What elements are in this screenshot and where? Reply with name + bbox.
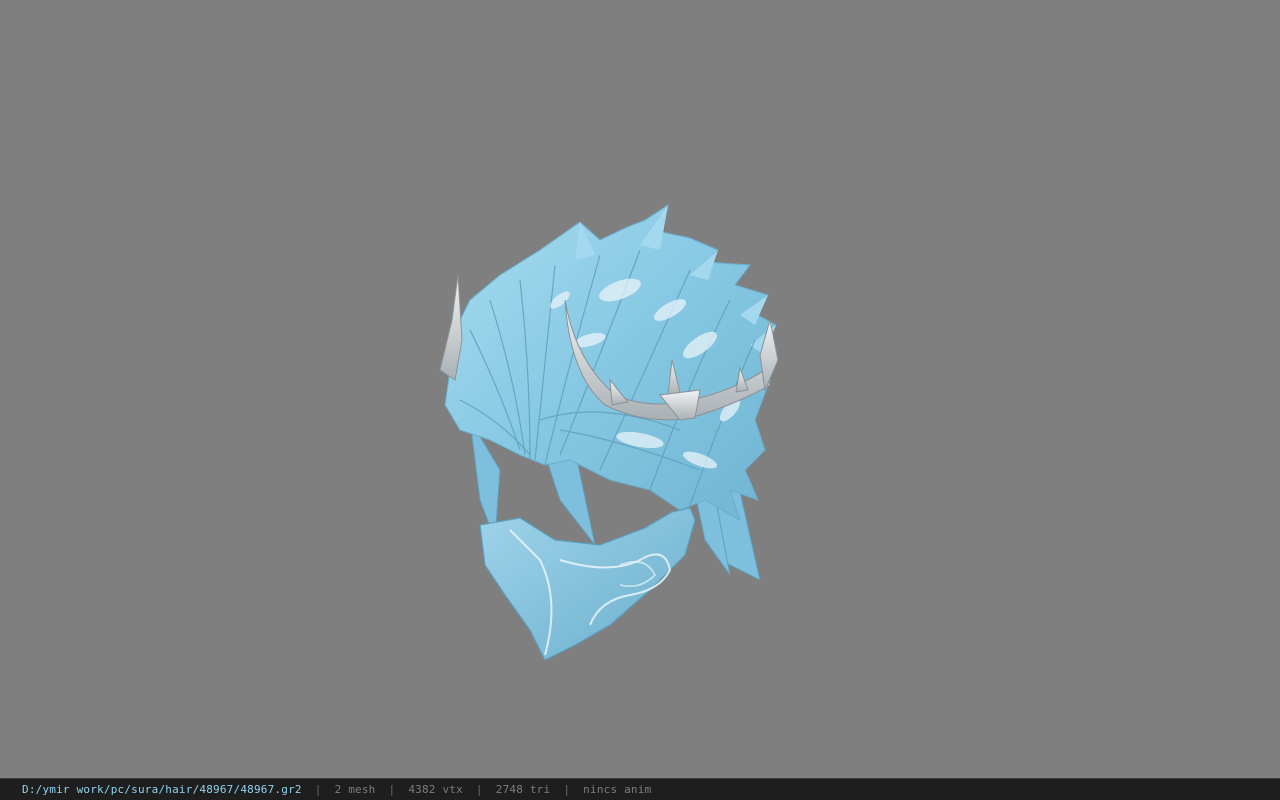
file-path-label: D:/ymir work/pc/sura/hair/48967/48967.gr… [22, 783, 302, 796]
hair-model-render [439, 203, 779, 661]
triangle-count-label: 2748 tri [495, 783, 551, 796]
animation-label: nincs anim [583, 783, 652, 796]
mesh-count-label: 2 mesh [334, 783, 376, 796]
3d-viewport[interactable] [0, 0, 1280, 778]
separator: | [475, 783, 483, 796]
status-bar: D:/ymir work/pc/sura/hair/48967/48967.gr… [0, 778, 1280, 800]
separator: | [388, 783, 396, 796]
separator: | [314, 783, 322, 796]
vertex-count-label: 4382 vtx [408, 783, 463, 796]
separator: | [563, 783, 571, 796]
